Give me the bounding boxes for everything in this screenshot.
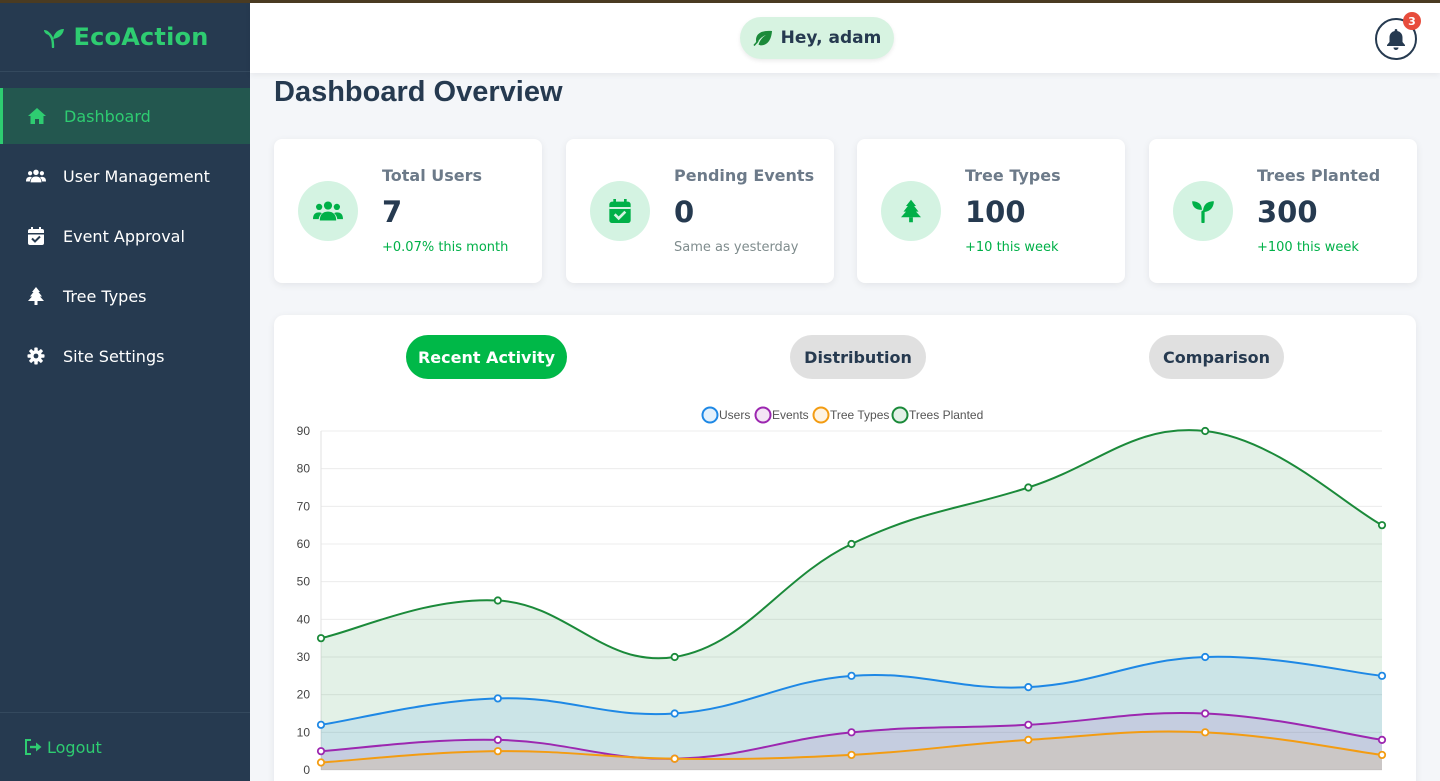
data-point: [1377, 735, 1387, 744]
data-point: [493, 694, 502, 703]
brand-name: EcoAction: [73, 23, 209, 51]
sidebar-item-tree-types[interactable]: Tree Types: [0, 268, 250, 324]
data-point: [670, 709, 679, 718]
data-point: [670, 754, 679, 763]
data-point: [493, 735, 502, 744]
data-point: [1024, 735, 1033, 744]
sidebar-nav: Dashboard User Management Event Approval…: [0, 88, 250, 388]
stat-value: 7: [382, 195, 403, 229]
data-point: [316, 758, 326, 767]
sidebar-item-label: User Management: [63, 166, 210, 186]
stat-card-pending-events: Pending Events 0 Same as yesterday: [566, 139, 834, 283]
stat-label: Total Users: [382, 166, 483, 185]
greeting-text: Hey, adam: [780, 28, 882, 48]
stat-change: +10 this week: [965, 240, 1059, 255]
sidebar-item-label: Tree Types: [63, 286, 147, 306]
data-point: [1377, 671, 1387, 680]
stat-change: +0.07% this month: [382, 240, 509, 255]
bell-icon: [1387, 29, 1405, 50]
stat-label: Trees Planted: [1257, 166, 1381, 185]
chart-panel: Recent Activity Distribution Comparison …: [274, 315, 1416, 781]
legend-label: Tree Types: [830, 408, 889, 422]
data-point: [847, 539, 856, 549]
tree-icon: [26, 286, 46, 306]
legend-label: Events: [772, 408, 809, 422]
home-icon: [27, 106, 47, 126]
sidebar: EcoAction Dashboard User Management Even…: [0, 0, 250, 781]
data-point: [1377, 750, 1387, 760]
data-point: [1024, 683, 1033, 692]
top-accent-line: [0, 0, 1440, 3]
stat-label: Tree Types: [965, 166, 1061, 185]
legend-label: Users: [719, 408, 750, 422]
stat-card-total-users: Total Users 7 +0.07% this month: [274, 139, 542, 283]
stat-value: 0: [674, 195, 695, 229]
data-point: [493, 596, 502, 605]
data-point: [1201, 709, 1210, 718]
stat-label: Pending Events: [674, 166, 815, 185]
data-point: [670, 652, 679, 662]
stat-change: +100 this week: [1257, 240, 1359, 255]
top-header: Hey, adam 3: [250, 3, 1440, 73]
data-point: [1024, 720, 1033, 729]
y-tick-label: 70: [297, 499, 311, 513]
sidebar-item-dashboard[interactable]: Dashboard: [0, 88, 250, 144]
y-tick-label: 0: [303, 763, 310, 777]
calendar-check-icon: [26, 226, 46, 246]
y-tick-label: 30: [297, 650, 311, 664]
stat-change: Same as yesterday: [674, 240, 799, 255]
sidebar-item-event-approval[interactable]: Event Approval: [0, 208, 250, 264]
stat-value: 300: [1257, 195, 1318, 229]
data-point: [316, 720, 326, 729]
brand[interactable]: EcoAction: [0, 0, 250, 72]
stat-value: 100: [965, 195, 1026, 229]
data-point: [1201, 652, 1210, 662]
sidebar-item-label: Site Settings: [63, 346, 165, 366]
data-point: [1024, 483, 1033, 492]
seedling-icon: [1173, 181, 1233, 241]
data-point: [493, 747, 502, 756]
y-tick-label: 50: [297, 575, 311, 589]
logout-label: Logout: [47, 737, 102, 757]
y-tick-label: 90: [297, 424, 311, 438]
logout-button[interactable]: Logout: [0, 712, 250, 781]
sidebar-item-label: Event Approval: [63, 226, 185, 246]
data-point: [1201, 426, 1210, 436]
y-tick-label: 60: [297, 537, 311, 551]
legend-marker: [812, 406, 830, 424]
data-point: [847, 728, 856, 737]
notification-count-badge: 3: [1403, 12, 1421, 30]
users-icon: [26, 166, 46, 186]
data-point: [847, 750, 856, 760]
y-tick-label: 80: [297, 462, 311, 476]
activity-area-chart: 0 10 20 30 40 50 60 70 80 90 Users Events Tree Types…: [297, 406, 1387, 777]
data-point: [316, 747, 326, 756]
sidebar-item-user-management[interactable]: User Management: [0, 148, 250, 204]
tree-icon: [881, 181, 941, 241]
users-icon: [298, 181, 358, 241]
y-tick-label: 10: [297, 725, 311, 739]
legend-marker: [754, 406, 772, 424]
data-point: [316, 634, 326, 643]
leaf-icon: [753, 30, 772, 46]
sign-out-icon: [25, 739, 42, 755]
greeting-badge: Hey, adam: [740, 17, 894, 59]
legend-label: Trees Planted: [909, 408, 983, 422]
gear-icon: [26, 346, 46, 366]
legend-marker: [891, 406, 909, 424]
seedling-logo-icon: [43, 29, 64, 48]
stat-card-trees-planted: Trees Planted 300 +100 this week: [1149, 139, 1417, 283]
y-tick-label: 40: [297, 612, 311, 626]
calendar-check-icon: [590, 181, 650, 241]
stat-card-tree-types: Tree Types 100 +10 this week: [857, 139, 1125, 283]
data-point: [1377, 521, 1387, 530]
legend-marker: [701, 406, 719, 424]
y-tick-label: 20: [297, 688, 311, 702]
data-point: [847, 671, 856, 680]
data-point: [1201, 728, 1210, 737]
page-title: Dashboard Overview: [274, 76, 563, 108]
sidebar-item-site-settings[interactable]: Site Settings: [0, 328, 250, 384]
sidebar-item-label: Dashboard: [64, 106, 151, 126]
